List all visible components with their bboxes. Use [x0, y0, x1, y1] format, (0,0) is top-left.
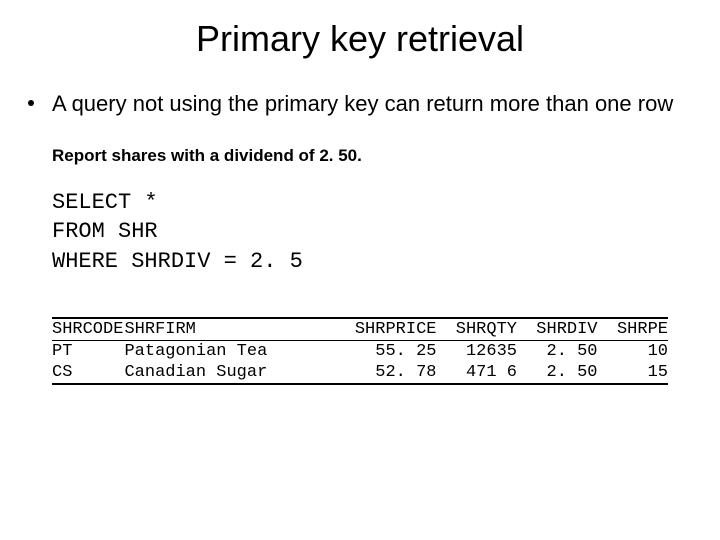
result-table: SHRCODE SHRFIRM SHRPRICE SHRQTY SHRDIV S… [52, 317, 668, 385]
slide-body: A query not using the primary key can re… [0, 60, 720, 385]
cell-shrqty: 12635 [436, 340, 517, 362]
cell-shrfirm: Patagonian Tea [124, 340, 325, 362]
table-header-row: SHRCODE SHRFIRM SHRPRICE SHRQTY SHRDIV S… [52, 318, 668, 341]
result-table-wrap: SHRCODE SHRFIRM SHRPRICE SHRQTY SHRDIV S… [52, 317, 668, 385]
bullet-dot-icon [28, 100, 34, 106]
cell-shrdiv: 2. 50 [517, 340, 598, 362]
table-row: PT Patagonian Tea 55. 25 12635 2. 50 10 [52, 340, 668, 362]
cell-shrpe: 10 [598, 340, 668, 362]
col-header-shrcode: SHRCODE [52, 318, 124, 341]
cell-shrprice: 55. 25 [326, 340, 437, 362]
col-header-shrdiv: SHRDIV [517, 318, 598, 341]
code-line: FROM SHR [52, 219, 158, 244]
slide: Primary key retrieval A query not using … [0, 0, 720, 540]
cell-shrfirm: Canadian Sugar [124, 362, 325, 384]
cell-shrpe: 15 [598, 362, 668, 384]
cell-shrdiv: 2. 50 [517, 362, 598, 384]
report-caption: Report shares with a dividend of 2. 50. [52, 146, 692, 166]
cell-shrcode: PT [52, 340, 124, 362]
slide-title: Primary key retrieval [0, 0, 720, 60]
col-header-shrpe: SHRPE [598, 318, 668, 341]
cell-shrcode: CS [52, 362, 124, 384]
code-line: SELECT * [52, 190, 158, 215]
table-row: CS Canadian Sugar 52. 78 471 6 2. 50 15 [52, 362, 668, 384]
col-header-shrfirm: SHRFIRM [124, 318, 325, 341]
cell-shrprice: 52. 78 [326, 362, 437, 384]
col-header-shrqty: SHRQTY [436, 318, 517, 341]
sql-code-block: SELECT * FROM SHR WHERE SHRDIV = 2. 5 [52, 188, 692, 277]
bullet-item: A query not using the primary key can re… [28, 90, 692, 118]
code-line: WHERE SHRDIV = 2. 5 [52, 249, 303, 274]
bullet-text: A query not using the primary key can re… [52, 90, 673, 118]
col-header-shrprice: SHRPRICE [326, 318, 437, 341]
cell-shrqty: 471 6 [436, 362, 517, 384]
